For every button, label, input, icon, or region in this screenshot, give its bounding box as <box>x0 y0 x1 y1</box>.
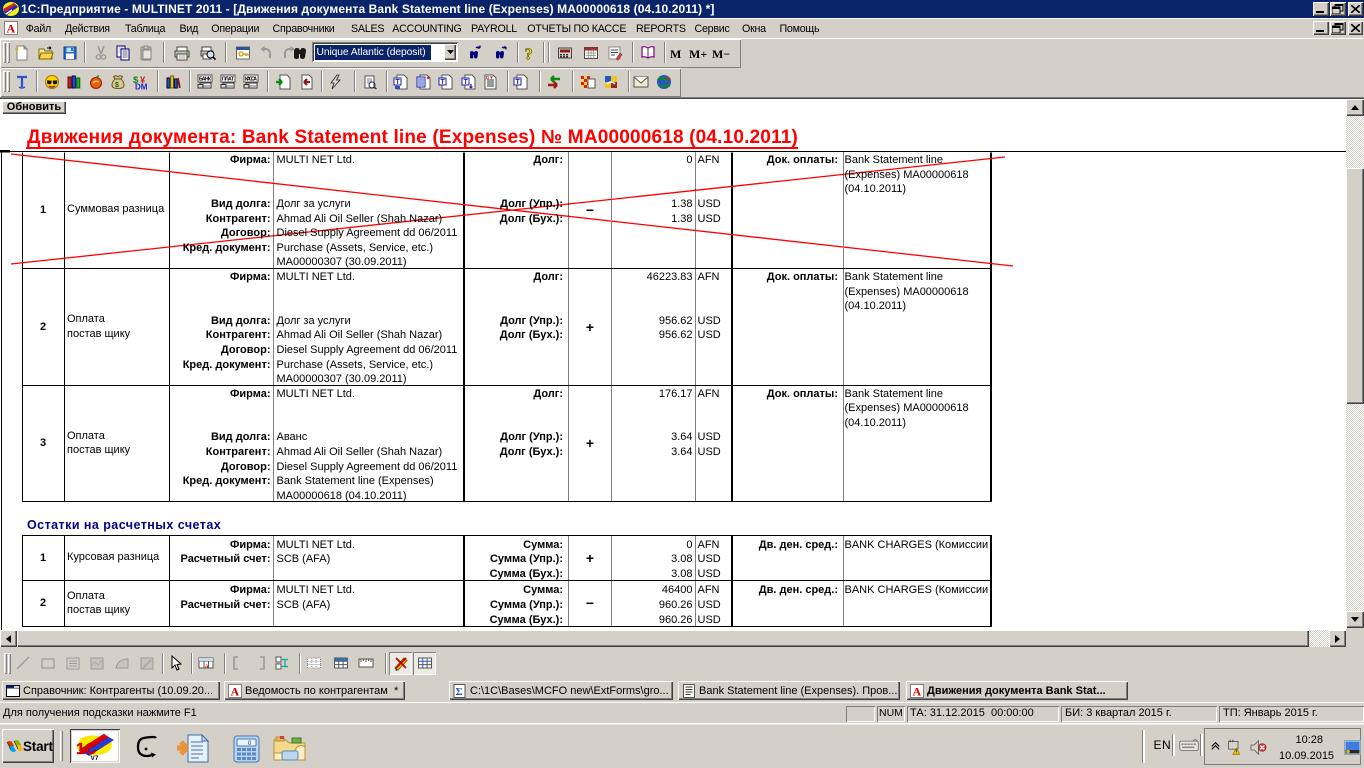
svg-text:T: T <box>396 79 401 86</box>
svg-text:Σ: Σ <box>456 686 463 698</box>
svg-text:КАССА: КАССА <box>245 77 257 83</box>
svg-text:БАНК: БАНК <box>199 77 212 83</box>
svg-text:T: T <box>516 79 521 86</box>
svg-text:D▼: D▼ <box>486 75 494 80</box>
svg-text:!: ! <box>1235 749 1237 755</box>
svg-text:А: А <box>913 684 922 698</box>
svg-text:?: ? <box>525 45 533 61</box>
svg-text:А: А <box>231 684 240 698</box>
svg-text:T: T <box>464 79 469 86</box>
svg-text:V7: V7 <box>91 755 99 760</box>
svg-text:А: А <box>7 22 16 36</box>
svg-text:$: $ <box>115 82 119 89</box>
svg-text:T: T <box>441 79 446 86</box>
svg-text:ПЛАТ: ПЛАТ <box>222 77 235 83</box>
svg-text:DM: DM <box>135 83 148 91</box>
